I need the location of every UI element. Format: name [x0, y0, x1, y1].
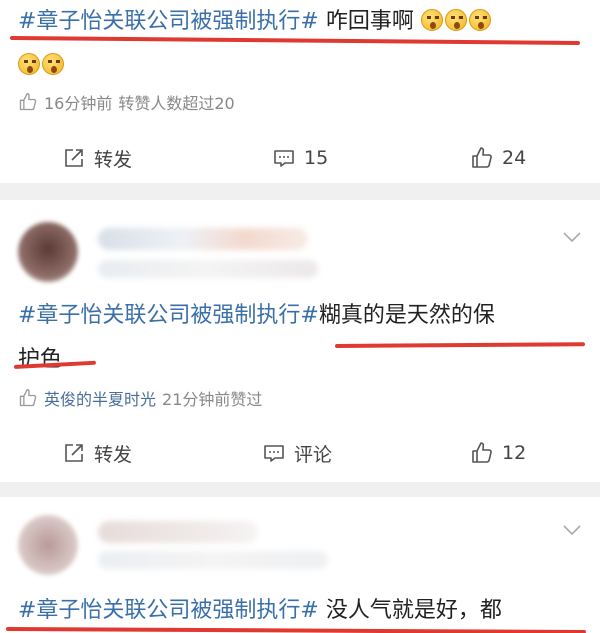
- thumb-up-icon: [19, 389, 37, 407]
- liker-meta: 英俊的半夏时光 21分钟前赞过: [18, 386, 262, 410]
- hashtag-link[interactable]: #章子怡关联公司被强制执行#: [18, 303, 319, 328]
- avatar[interactable]: [18, 515, 78, 575]
- shocked-emoji-icon: [420, 9, 443, 31]
- post-body: 没人气就是好，都: [318, 598, 502, 623]
- blurred-subtitle: [98, 551, 328, 569]
- like-button[interactable]: 12: [470, 441, 526, 465]
- comment-button[interactable]: 15: [272, 146, 328, 170]
- thumb-up-icon: [472, 147, 492, 168]
- liker-name[interactable]: 英俊的半夏时光: [44, 386, 156, 410]
- comment-icon: [264, 445, 284, 462]
- post-card: #章子怡关联公司被强制执行# 咋回事啊 16分钟前 转赞人数超过20 转发 15…: [0, 0, 600, 183]
- post-card: #章子怡关联公司被强制执行# 没人气就是好，都: [0, 497, 600, 633]
- repost-button[interactable]: 转发: [62, 145, 132, 172]
- post-time: 16分钟前: [44, 94, 113, 113]
- post-text: #章子怡关联公司被强制执行# 没人气就是好，都: [18, 589, 586, 633]
- comment-button[interactable]: 评论: [262, 440, 332, 467]
- comment-label: 评论: [294, 443, 333, 466]
- thumb-up-icon: [19, 93, 37, 111]
- shocked-emoji-icon: [18, 53, 40, 75]
- avatar[interactable]: [18, 222, 78, 282]
- action-bar: 转发 评论 12: [0, 428, 600, 478]
- shocked-emoji-icon: [444, 9, 467, 31]
- post-body: 咋回事啊: [318, 9, 414, 34]
- shocked-emoji-icon: [42, 53, 64, 75]
- action-bar: 转发 15 24: [0, 133, 600, 183]
- post-body-line1: 糊真的是天然的保: [318, 303, 495, 328]
- post-text: #章子怡关联公司被强制执行#糊真的是天然的保 护色: [18, 294, 586, 382]
- hashtag-link[interactable]: #章子怡关联公司被强制执行#: [18, 598, 319, 623]
- chevron-down-icon[interactable]: [562, 523, 582, 537]
- like-button[interactable]: 24: [470, 146, 526, 170]
- blurred-username[interactable]: [98, 521, 258, 543]
- repost-label: 转发: [94, 148, 133, 171]
- post-share-stat: 转赞人数超过20: [118, 94, 235, 113]
- blurred-username[interactable]: [98, 228, 308, 250]
- post-card: #章子怡关联公司被强制执行#糊真的是天然的保 护色 英俊的半夏时光 21分钟前赞…: [0, 200, 600, 482]
- chevron-down-icon[interactable]: [562, 230, 582, 244]
- hashtag-link[interactable]: #章子怡关联公司被强制执行#: [18, 9, 319, 34]
- like-count: 12: [502, 442, 527, 464]
- repost-button[interactable]: 转发: [62, 440, 132, 467]
- post-meta: 16分钟前 转赞人数超过20: [18, 90, 235, 114]
- thumb-up-icon: [472, 442, 492, 463]
- liker-time: 21分钟前赞过: [162, 390, 263, 409]
- repost-icon: [65, 149, 83, 167]
- repost-label: 转发: [94, 443, 133, 466]
- blurred-subtitle: [98, 260, 318, 278]
- shocked-emoji-icon: [468, 9, 491, 31]
- comment-count: 15: [304, 147, 329, 169]
- repost-icon: [65, 444, 83, 462]
- comment-icon: [274, 150, 294, 167]
- like-count: 24: [502, 147, 527, 169]
